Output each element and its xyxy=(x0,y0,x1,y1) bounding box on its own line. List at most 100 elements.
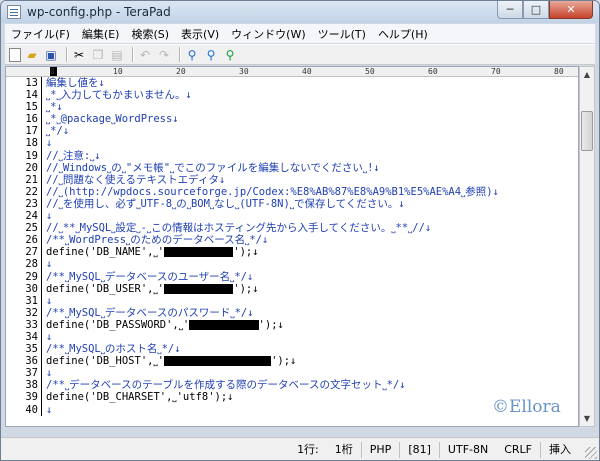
line-text[interactable]: define('DB_NAME',˽' ');↓ xyxy=(46,246,259,258)
line-number: 15 xyxy=(6,101,42,114)
editor-line[interactable]: 26 /**˽WordPress˽のためのデータベース名˽*/↓ xyxy=(6,234,578,247)
line-text[interactable]: //˽注意:˽↓ xyxy=(46,150,101,162)
line-number: 29 xyxy=(6,270,42,283)
status-newline[interactable]: CRLF xyxy=(496,442,540,458)
ruler-mark: 20 xyxy=(176,67,186,76)
editor-line[interactable]: 27 define('DB_NAME',˽' ');↓ xyxy=(6,246,578,259)
line-text[interactable]: ↓ xyxy=(46,295,52,307)
line-text[interactable]: ↓ xyxy=(46,258,52,270)
editor-line[interactable]: 13 編集し値を↓ xyxy=(6,77,578,90)
ruler-mark: 50 xyxy=(365,67,375,76)
editor-line[interactable]: 29 /**˽MySQL˽データベースのユーザー名˽*/↓ xyxy=(6,270,578,283)
menu-view[interactable]: 表示(V) xyxy=(175,26,225,42)
scroll-down-icon[interactable]: ▼ xyxy=(580,411,594,426)
line-text[interactable]: /**˽MySQL˽データベースのパスワード˽*/↓ xyxy=(46,307,254,319)
editor-line[interactable]: 22 //˽(http://wpdocs.sourceforge.jp/Codex… xyxy=(6,185,578,198)
editor-line[interactable]: 30 define('DB_USER',˽' ');↓ xyxy=(6,282,578,295)
editor-line[interactable]: 35 /**˽MySQL˽のホスト名˽*/↓ xyxy=(6,343,578,356)
new-file-icon[interactable] xyxy=(9,47,21,62)
open-folder-icon[interactable]: ▰ xyxy=(24,47,40,63)
editor-line[interactable]: 37 ↓ xyxy=(6,367,578,380)
menu-edit[interactable]: 編集(E) xyxy=(76,26,126,42)
line-text[interactable]: ↓ xyxy=(46,137,52,149)
editor-lines[interactable]: 13 編集し値を↓ 14 ˽*˽入力してもかまいません。↓ 15 ˽*↓ 16 ˽*˽@pac… xyxy=(6,77,578,416)
line-number: 20 xyxy=(6,161,42,174)
line-text[interactable]: ↓ xyxy=(46,404,52,416)
line-number: 32 xyxy=(6,306,42,319)
save-icon[interactable]: ▣ xyxy=(43,47,59,63)
line-text[interactable]: //˽(http://wpdocs.sourceforge.jp/Codex:%… xyxy=(46,186,499,198)
editor-line[interactable]: 19 //˽注意:˽↓ xyxy=(6,149,578,162)
editor-line[interactable]: 33 define('DB_PASSWORD',˽' ');↓ xyxy=(6,318,578,331)
line-text[interactable]: ˽*/↓ xyxy=(46,125,69,137)
editor-line[interactable]: 16 ˽*˽@package˽WordPress↓ xyxy=(6,113,578,126)
line-text[interactable]: 編集し値を↓ xyxy=(46,77,105,89)
line-text[interactable]: ↓ xyxy=(46,331,52,343)
undo-icon[interactable]: ↶ xyxy=(137,47,153,63)
cut-icon[interactable]: ✂ xyxy=(71,47,87,63)
line-text[interactable]: //˽問題なく使えるテキストエディタ↓ xyxy=(46,174,225,186)
editor-line[interactable]: 23 //˽を使用し、必ず˽UTF-8˽の˽BOM˽なし˽(UTF-8N)˽で保存… xyxy=(6,197,578,211)
editor-line[interactable]: 38 /**˽データベースのテーブルを作成する際のデータベースの文字セット˽*/↓ xyxy=(6,379,578,392)
editor-line[interactable]: 24 ↓ xyxy=(6,210,578,223)
editor-line[interactable]: 32 /**˽MySQL˽データベースのパスワード˽*/↓ xyxy=(6,306,578,319)
close-button[interactable]: ✕ xyxy=(549,1,593,19)
editor-line[interactable]: 17 ˽*/↓ xyxy=(6,125,578,138)
menu-window[interactable]: ウィンドウ(W) xyxy=(225,26,311,42)
line-text[interactable]: ↓ xyxy=(46,367,52,379)
status-insert-mode[interactable]: 挿入 xyxy=(540,441,579,458)
line-text[interactable]: define('DB_HOST',˽' ');↓ xyxy=(46,355,296,367)
line-text[interactable]: //˽を使用し、必ず˽UTF-8˽の˽BOM˽なし˽(UTF-8N)˽で保存して… xyxy=(46,198,405,210)
editor-line[interactable]: 18 ↓ xyxy=(6,137,578,150)
find-icon[interactable]: ⚲ xyxy=(184,47,200,63)
redo-icon[interactable]: ↷ xyxy=(156,47,172,63)
line-number: 26 xyxy=(6,234,42,247)
line-number: 14 xyxy=(6,89,42,102)
terapad-window: wp-config.php - TeraPad ─ □ ✕ ファイル(F) 編集… xyxy=(0,0,600,461)
minimize-button[interactable]: ─ xyxy=(497,1,523,19)
paste-icon[interactable]: ▤ xyxy=(109,47,125,63)
scroll-up-icon[interactable]: ▲ xyxy=(580,67,594,82)
editor-line[interactable]: 31 ↓ xyxy=(6,294,578,307)
line-text[interactable]: /**˽MySQL˽データベースのユーザー名˽*/↓ xyxy=(46,271,253,283)
menu-help[interactable]: ヘルプ(H) xyxy=(372,26,434,42)
menu-file[interactable]: ファイル(F) xyxy=(5,26,76,42)
line-number: 35 xyxy=(6,343,42,356)
copy-icon[interactable]: ❐ xyxy=(90,47,106,63)
editor-line[interactable]: 36 define('DB_HOST',˽' ');↓ xyxy=(6,355,578,368)
editor-line[interactable]: 20 //˽Windows˽の˽"メモ帳"˽でこのファイルを編集しないでください˽… xyxy=(6,161,578,174)
find-next-icon[interactable]: ⚲ xyxy=(203,47,219,63)
status-encoding[interactable]: UTF-8N xyxy=(438,441,496,458)
terapad-app-icon[interactable] xyxy=(7,5,21,19)
editor-line[interactable]: 14 ˽*˽入力してもかまいません。↓ xyxy=(6,89,578,102)
line-number: 27 xyxy=(6,246,42,259)
scrollbar-thumb[interactable] xyxy=(581,111,593,151)
editor-line[interactable]: 28 ↓ xyxy=(6,258,578,271)
line-text[interactable]: ˽*↓ xyxy=(46,101,63,113)
line-text[interactable]: /**˽WordPress˽のためのデータベース名˽*/↓ xyxy=(46,234,268,246)
title-bar[interactable]: wp-config.php - TeraPad ─ □ ✕ xyxy=(1,1,599,23)
menu-tools[interactable]: ツール(T) xyxy=(312,26,372,42)
maximize-button[interactable]: □ xyxy=(523,1,549,19)
line-text[interactable]: ↓ xyxy=(46,210,52,222)
line-text-tail: ');↓ xyxy=(233,246,259,259)
line-text[interactable]: define('DB_PASSWORD',˽' ');↓ xyxy=(46,319,284,331)
line-text[interactable]: define('DB_USER',˽' ');↓ xyxy=(46,283,259,295)
line-text[interactable]: ˽*˽入力してもかまいません。↓ xyxy=(46,89,192,101)
line-text[interactable]: define('DB_CHARSET',˽'utf8');↓ xyxy=(46,391,234,403)
line-text[interactable]: ˽*˽@package˽WordPress↓ xyxy=(46,113,179,125)
find-prev-icon[interactable]: ⚲ xyxy=(222,47,238,63)
vertical-scrollbar[interactable]: ▲ ▼ xyxy=(579,66,595,427)
line-text[interactable]: //˽Windows˽の˽"メモ帳"˽でこのファイルを編集しないでください˽!↓ xyxy=(46,162,380,174)
resize-grip-icon[interactable] xyxy=(585,447,597,459)
editor-line[interactable]: 21 //˽問題なく使えるテキストエディタ↓ xyxy=(6,173,578,186)
line-text[interactable]: //˽**˽MySQL˽設定˽-˽この情報はホスティング先から入手してください。… xyxy=(46,222,431,234)
editor-line[interactable]: 15 ˽*↓ xyxy=(6,101,578,114)
line-text[interactable]: /**˽MySQL˽のホスト名˽*/↓ xyxy=(46,343,181,355)
text-editor[interactable]: 0 10 20 30 40 50 60 70 80 13 編集し値を↓ 14 ˽*˽入力してもかまいま… xyxy=(5,66,579,427)
menu-search[interactable]: 検索(S) xyxy=(125,26,175,42)
editor-line[interactable]: 34 ↓ xyxy=(6,330,578,344)
line-number: 40 xyxy=(6,403,42,416)
editor-line[interactable]: 25 //˽**˽MySQL˽設定˽-˽この情報はホスティング先から入手してくださ… xyxy=(6,222,578,235)
line-text[interactable]: /**˽データベースのテーブルを作成する際のデータベースの文字セット˽*/↓ xyxy=(46,379,406,391)
